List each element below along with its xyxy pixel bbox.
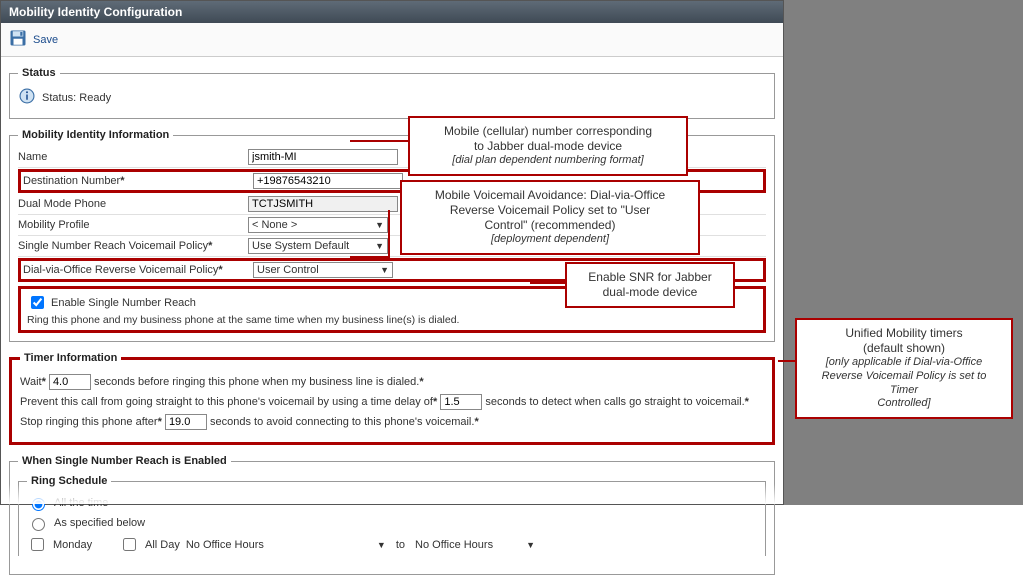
callout-sub: [only applicable if Dial-via-Office xyxy=(807,356,1001,370)
callout-text: to Jabber dual-mode device xyxy=(420,139,676,154)
wait-post: seconds before ringing this phone when m… xyxy=(94,376,419,388)
name-input[interactable] xyxy=(248,149,398,165)
side-pane xyxy=(784,0,1023,505)
connector-line xyxy=(350,140,408,142)
callout-text: Mobile (cellular) number corresponding xyxy=(420,124,676,139)
dvo-vm-label: Dial-via-Office Reverse Voicemail Policy xyxy=(23,264,218,276)
dest-input[interactable] xyxy=(253,173,403,189)
enable-snr-sub: Ring this phone and my business phone at… xyxy=(27,314,757,326)
callout-text: Reverse Voicemail Policy set to "User xyxy=(412,203,688,218)
callout-mobile-number: Mobile (cellular) number corresponding t… xyxy=(408,116,688,176)
timer-fieldset: Timer Information Wait* seconds before r… xyxy=(9,352,775,445)
callout-sub: [deployment dependent] xyxy=(412,233,688,247)
stop-post: seconds to avoid connecting to this phon… xyxy=(210,416,474,428)
window-title: Mobility Identity Configuration xyxy=(1,1,783,23)
connector-line xyxy=(530,282,565,284)
stop-input[interactable] xyxy=(165,414,207,430)
dual-label: Dual Mode Phone xyxy=(18,198,248,210)
callout-text: Control" (recommended) xyxy=(412,218,688,233)
monday-label: Monday xyxy=(53,539,113,551)
status-fieldset: Status Status: Ready xyxy=(9,67,775,119)
callout-sub: Controlled] xyxy=(807,397,1001,411)
callout-sub: Reverse Voicemail Policy is set to Timer xyxy=(807,370,1001,398)
callout-voicemail-avoidance: Mobile Voicemail Avoidance: Dial-via-Off… xyxy=(400,180,700,255)
profile-label: Mobility Profile xyxy=(18,219,248,231)
callout-text: Enable SNR for Jabber xyxy=(577,270,723,285)
wait-pre: Wait xyxy=(20,376,42,388)
identity-legend: Mobility Identity Information xyxy=(18,129,173,141)
prevent-input[interactable] xyxy=(440,394,482,410)
callout-text: dual-mode device xyxy=(577,285,723,300)
snr-enabled-fieldset: When Single Number Reach is Enabled Ring… xyxy=(9,455,775,575)
ring-schedule-legend: Ring Schedule xyxy=(27,475,111,487)
connector-line xyxy=(388,210,390,258)
chevron-down-icon: ▼ xyxy=(526,540,535,550)
status-legend: Status xyxy=(18,67,60,79)
hours-from-value: No Office Hours xyxy=(186,539,264,551)
profile-select-value: < None > xyxy=(252,219,297,231)
callout-text: Mobile Voicemail Avoidance: Dial-via-Off… xyxy=(412,188,688,203)
snr-vm-label: Single Number Reach Voicemail Policy xyxy=(18,240,208,252)
chevron-down-icon: ▼ xyxy=(375,241,384,251)
save-button[interactable]: Save xyxy=(33,34,58,46)
connector-line xyxy=(350,256,390,258)
stop-pre: Stop ringing this phone after xyxy=(20,416,158,428)
callout-enable-snr: Enable SNR for Jabber dual-mode device xyxy=(565,262,735,308)
profile-select[interactable]: < None > ▼ xyxy=(248,217,388,233)
hours-to-select[interactable]: No Office Hours ▼ xyxy=(415,539,535,551)
chevron-down-icon: ▼ xyxy=(377,540,386,550)
callout-timers: Unified Mobility timers (default shown) … xyxy=(795,318,1013,419)
name-label: Name xyxy=(18,151,248,163)
callout-text: Unified Mobility timers xyxy=(807,326,1001,341)
status-text: Status: Ready xyxy=(42,92,111,104)
ring-schedule-fieldset: Ring Schedule All the time As specified … xyxy=(18,475,766,556)
enable-snr-label: Enable Single Number Reach xyxy=(51,297,196,309)
callout-text: (default shown) xyxy=(807,341,1001,356)
chevron-down-icon: ▼ xyxy=(380,265,389,275)
wait-input[interactable] xyxy=(49,374,91,390)
ring-spec-label: As specified below xyxy=(54,517,145,529)
snr-enabled-legend: When Single Number Reach is Enabled xyxy=(18,455,231,467)
snr-vm-select[interactable]: Use System Default ▼ xyxy=(248,238,388,254)
dvo-vm-select-value: User Control xyxy=(257,264,319,276)
dvo-vm-select[interactable]: User Control ▼ xyxy=(253,262,393,278)
toolbar: Save xyxy=(1,23,783,57)
to-label: to xyxy=(396,539,405,551)
hours-from-select[interactable]: No Office Hours ▼ xyxy=(186,539,386,551)
enable-snr-checkbox[interactable] xyxy=(31,296,44,309)
ring-all-label: All the time xyxy=(54,497,108,509)
save-icon[interactable] xyxy=(9,29,27,50)
allday-checkbox[interactable] xyxy=(123,538,136,551)
dest-label: Destination Number xyxy=(23,175,120,187)
timer-legend: Timer Information xyxy=(20,352,121,364)
connector-line xyxy=(778,360,795,362)
snr-vm-select-value: Use System Default xyxy=(252,240,349,252)
callout-sub: [dial plan dependent numbering format] xyxy=(420,154,676,168)
allday-label: All Day xyxy=(145,539,180,551)
prevent-post: seconds to detect when calls go straight… xyxy=(485,396,744,408)
prevent-pre: Prevent this call from going straight to… xyxy=(20,396,433,408)
ring-spec-radio[interactable] xyxy=(32,518,45,531)
dual-value xyxy=(248,196,398,212)
monday-checkbox[interactable] xyxy=(31,538,44,551)
chevron-down-icon: ▼ xyxy=(375,220,384,230)
hours-to-value: No Office Hours xyxy=(415,539,493,551)
info-icon xyxy=(18,87,36,108)
